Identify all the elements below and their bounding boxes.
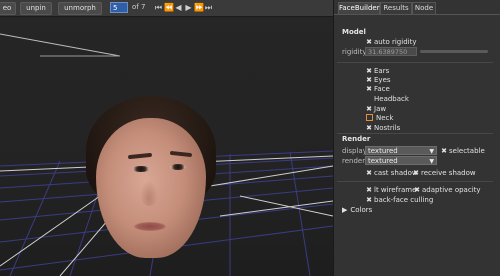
divider [337, 181, 493, 182]
receive-shadow-checkbox[interactable]: ✖ receive shadow [413, 169, 476, 177]
prev-frame-icon[interactable]: ◀ [174, 2, 183, 13]
part-eyes-checkbox[interactable]: ✖ Eyes [366, 76, 390, 84]
triangle-right-icon: ▶ [342, 206, 348, 214]
model-right-eye [170, 164, 186, 170]
check-icon: ✖ [366, 124, 372, 132]
part-nostrils-checkbox[interactable]: ✖ Nostrils [366, 124, 400, 132]
auto-rigidity-checkbox[interactable]: ✖ auto rigidity [366, 38, 416, 46]
model-mouth [134, 222, 166, 231]
unchecked-box-icon [366, 114, 373, 121]
viewer-toolbar: eo unpin unmorph 5 of 7 ⏮ ⏪ ◀ ▶ ⏩ ⏭ [0, 0, 333, 17]
lt-wireframe-checkbox[interactable]: ✖ lt wireframe [366, 186, 416, 194]
check-icon: ✖ [413, 169, 419, 177]
viewer-viewport[interactable]: eo unpin unmorph 5 of 7 ⏮ ⏪ ◀ ▶ ⏩ ⏭ [0, 0, 333, 276]
check-icon: ✖ [366, 186, 372, 194]
unpin-button[interactable]: unpin [20, 2, 52, 15]
divider [337, 133, 493, 134]
next-key-icon[interactable]: ⏩ [194, 2, 204, 13]
check-icon: ✖ [366, 76, 372, 84]
chevron-down-icon: ▼ [429, 148, 434, 155]
check-icon: ✖ [366, 67, 372, 75]
render-section-title: Render [342, 135, 371, 143]
chevron-down-icon: ▼ [429, 158, 434, 165]
video-button[interactable]: eo [0, 2, 16, 15]
tab-facebuilder[interactable]: FaceBuilder [338, 2, 380, 14]
prev-key-icon[interactable]: ⏪ [164, 2, 174, 13]
check-icon: ✖ [414, 186, 420, 194]
next-frame-icon[interactable]: ▶ [184, 2, 193, 13]
adaptive-opacity-checkbox[interactable]: ✖ adaptive opacity [414, 186, 480, 194]
first-frame-icon[interactable]: ⏮ [154, 2, 163, 13]
check-icon: ✖ [366, 38, 372, 46]
check-icon: ✖ [366, 85, 372, 93]
rigidity-input[interactable]: 31.6389750 [365, 47, 417, 56]
selectable-checkbox[interactable]: ✖ selectable [441, 147, 485, 155]
frame-of-label: of 7 [132, 3, 146, 11]
part-jaw-checkbox[interactable]: ✖ Jaw [366, 105, 386, 113]
display-label: display [342, 147, 367, 155]
last-frame-icon[interactable]: ⏭ [204, 2, 213, 13]
unmorph-button[interactable]: unmorph [58, 2, 102, 15]
backface-culling-checkbox[interactable]: ✖ back-face culling [366, 196, 433, 204]
display-dropdown[interactable]: textured ▼ [365, 146, 437, 155]
divider [337, 62, 493, 63]
frame-field[interactable]: 5 [110, 2, 128, 13]
part-ears-checkbox[interactable]: ✖ Ears [366, 67, 389, 75]
check-icon: ✖ [366, 169, 372, 177]
check-icon: ✖ [366, 105, 372, 113]
model-nose [140, 180, 158, 206]
check-icon: ✖ [366, 196, 372, 204]
rigidity-slider[interactable] [420, 50, 488, 53]
model-left-eye [132, 166, 150, 172]
part-headback-checkbox[interactable]: Headback [366, 95, 409, 103]
render-dropdown[interactable]: textured ▼ [365, 156, 437, 165]
rigidity-label: rigidity [342, 48, 367, 56]
panel-tabs: FaceBuilder Results Node [334, 2, 500, 15]
render-label: render [342, 157, 366, 165]
model-section-title: Model [342, 28, 366, 36]
tab-node[interactable]: Node [412, 2, 436, 14]
cast-shadow-checkbox[interactable]: ✖ cast shadow [366, 169, 418, 177]
check-icon: ✖ [441, 147, 447, 155]
part-face-checkbox[interactable]: ✖ Face [366, 85, 390, 93]
tab-results[interactable]: Results [380, 2, 412, 14]
colors-section-toggle[interactable]: ▶ Colors [342, 206, 372, 214]
